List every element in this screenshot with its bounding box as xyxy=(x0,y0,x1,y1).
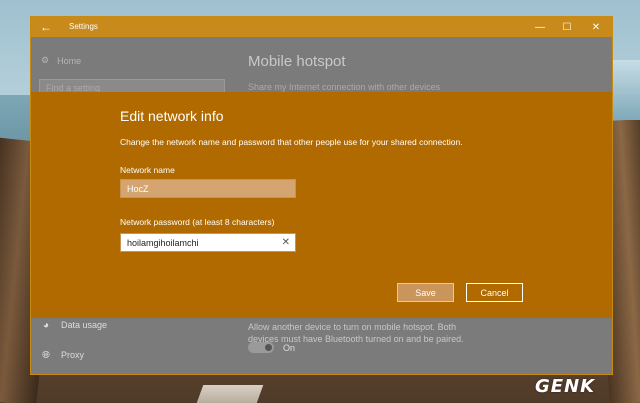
title-bar: ← Settings — ☐ ✕ xyxy=(31,17,612,37)
network-password-value: hoilamgihoilamchi xyxy=(127,238,199,248)
edit-network-dialog: Edit network info Change the network nam… xyxy=(31,92,612,318)
sidebar-home-label: Home xyxy=(57,55,82,66)
globe-icon: 🌐︎ xyxy=(42,349,50,361)
dialog-description: Change the network name and password tha… xyxy=(120,137,463,147)
sidebar-home[interactable]: ⚙ Home xyxy=(41,55,81,66)
sidebar-item-data-usage[interactable]: ◕ Data usage xyxy=(41,319,108,331)
gear-icon: ⚙ xyxy=(41,55,50,65)
maximize-icon: ☐ xyxy=(562,21,572,33)
watermark-logo: GENK xyxy=(535,376,596,397)
maximize-button[interactable]: ☐ xyxy=(554,17,580,37)
sidebar-item-proxy[interactable]: 🌐︎ Proxy xyxy=(41,349,85,361)
wallpaper-boat xyxy=(196,385,264,403)
cancel-button[interactable]: Cancel xyxy=(466,283,523,302)
sidebar-item-label: Proxy xyxy=(61,350,85,360)
minimize-icon: — xyxy=(535,21,545,33)
clear-icon[interactable]: ✕ xyxy=(282,237,290,248)
bluetooth-toggle[interactable] xyxy=(248,342,274,353)
network-password-label: Network password (at least 8 characters) xyxy=(120,217,275,227)
network-name-field[interactable]: HocZ xyxy=(120,179,296,198)
arrow-left-icon: ← xyxy=(40,20,52,34)
sidebar-item-label: Data usage xyxy=(61,320,108,330)
network-name-value: HocZ xyxy=(127,184,149,194)
page-subtitle: Share my Internet connection with other … xyxy=(248,82,441,92)
close-button[interactable]: ✕ xyxy=(583,17,609,37)
data-usage-icon: ◕ xyxy=(42,319,50,331)
bluetooth-toggle-row: On xyxy=(248,342,295,353)
network-password-field[interactable]: hoilamgihoilamchi ✕ xyxy=(120,233,296,252)
wallpaper-water-right xyxy=(612,60,640,120)
page-title: Mobile hotspot xyxy=(248,53,346,70)
dialog-title: Edit network info xyxy=(120,108,224,124)
save-button[interactable]: Save xyxy=(397,283,454,302)
window-title: Settings xyxy=(69,22,98,31)
network-name-label: Network name xyxy=(120,165,175,175)
toggle-state-label: On xyxy=(283,342,296,353)
back-button[interactable]: ← xyxy=(31,17,61,37)
minimize-button[interactable]: — xyxy=(527,17,553,37)
close-icon: ✕ xyxy=(591,21,601,33)
